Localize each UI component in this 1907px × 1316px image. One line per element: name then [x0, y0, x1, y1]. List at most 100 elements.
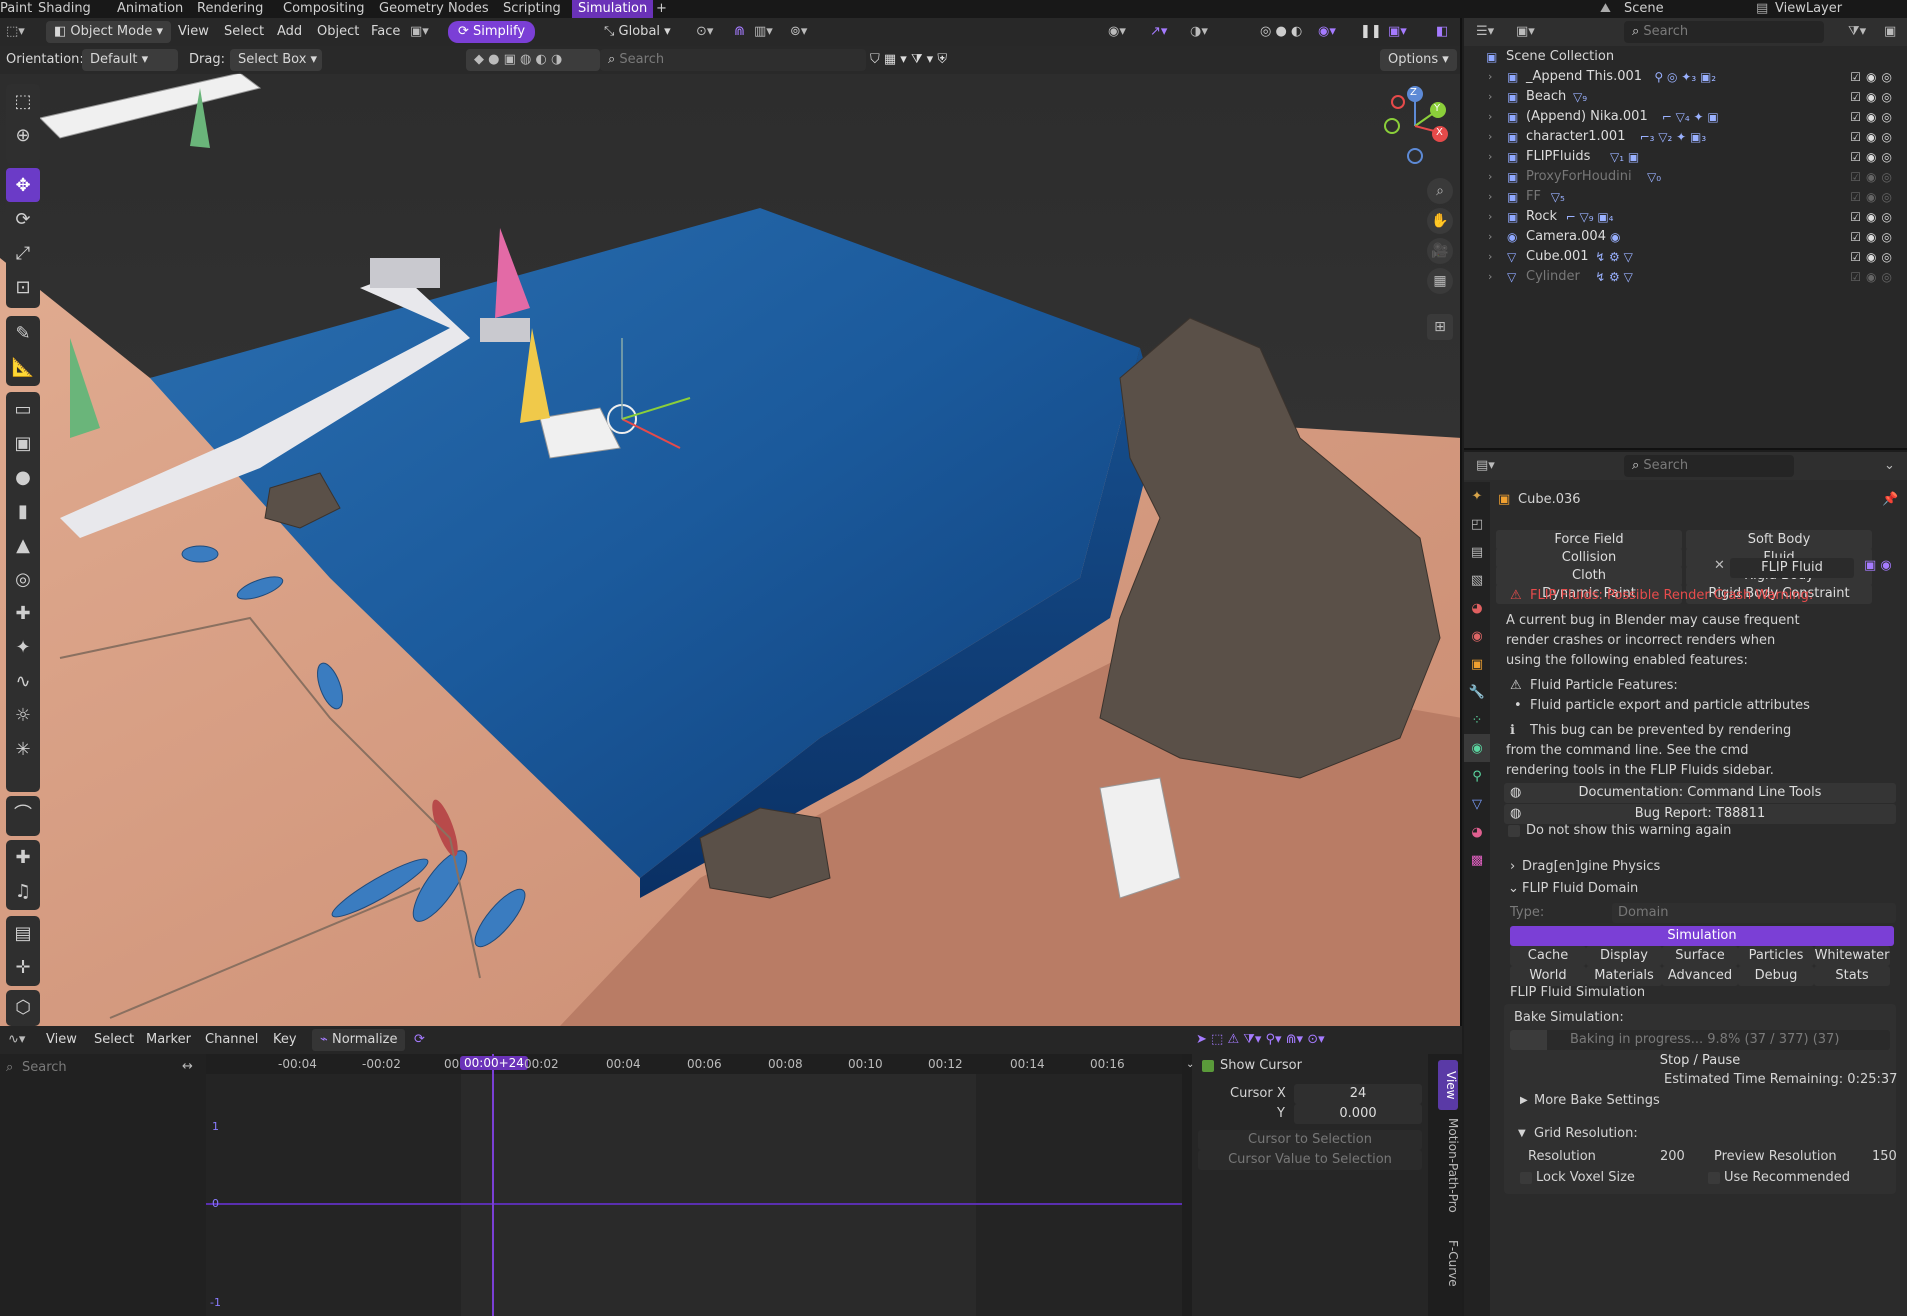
domain-subtab[interactable]: Advanced — [1662, 966, 1738, 986]
menu-object[interactable]: Object — [317, 21, 359, 43]
show-cursor-checkbox[interactable] — [1202, 1060, 1214, 1072]
object-type-filters[interactable]: ◆ ● ▣ ◍ ◐ ◑ — [466, 49, 600, 71]
outliner-row[interactable]: › ◉ Camera.004 ◉ ☑◉◎ — [1464, 227, 1907, 247]
graph-menu-select[interactable]: Select — [94, 1029, 134, 1051]
graph-tools-icon[interactable]: ➤ ⬚ ⚠ ⧩▾ ⚲▾ ⋒▾ ⊙▾ — [1196, 1029, 1325, 1051]
more-bake-settings[interactable]: More Bake Settings — [1534, 1093, 1660, 1108]
chevron-down-icon[interactable]: ⌄ — [1186, 1059, 1194, 1070]
visibility-toggles-icon[interactable]: ☑◉◎ — [1850, 147, 1897, 167]
panel-flip-domain[interactable]: FLIP Fluid Domain — [1522, 881, 1638, 896]
chevron-down-icon[interactable]: ⌄ — [1884, 455, 1895, 477]
add-armature-icon[interactable]: ✦ — [6, 630, 40, 664]
outliner-row[interactable]: › ▣ _Append This.001 ⚲ ◎ ✦₃ ▣₂ ☑◉◎ — [1464, 67, 1907, 87]
cursor-x-field[interactable]: 24 — [1294, 1084, 1422, 1104]
expand-icon[interactable]: › — [1488, 267, 1492, 287]
transform-orientation[interactable]: ⤡ Global ▾ — [604, 21, 671, 43]
select-box-icon[interactable]: ⬚ — [6, 84, 40, 118]
transform-icon[interactable]: ⊡ — [6, 270, 40, 304]
normalize-toggle[interactable]: ⌁ Normalize — [312, 1029, 406, 1051]
flip-fluid-button[interactable]: FLIP Fluid — [1730, 558, 1854, 578]
outliner-row[interactable]: › ▣ character1.001 ⌐₃ ▽₂ ✦ ▣₃ ☑◉◎ — [1464, 127, 1907, 147]
dont-show-checkbox[interactable] — [1508, 825, 1520, 837]
tab-scripting[interactable]: Scripting — [503, 0, 561, 18]
ortho-grid-icon[interactable]: ▦ — [1427, 268, 1453, 294]
pause-icon[interactable]: ❚❚ — [1360, 21, 1382, 43]
orientation-dropdown[interactable]: Default ▾ — [82, 49, 178, 71]
domain-subtab[interactable]: Stats — [1814, 966, 1890, 986]
side-tab-motion-path[interactable]: Motion-Path-Pro — [1440, 1118, 1460, 1234]
domain-subtab[interactable]: Display — [1586, 946, 1662, 966]
add-volume-icon[interactable]: ⬡ — [6, 990, 40, 1024]
graph-area[interactable]: 00:00+24 -00:04 -00:02 00 00:02 00:04 00… — [206, 1054, 1182, 1316]
filter-icons[interactable]: ⛉ ▦ ▾ ⧩ ▾ ⛨ — [870, 49, 947, 71]
menu-view[interactable]: View — [178, 21, 209, 43]
gizmo-icon[interactable]: ↗▾ — [1150, 21, 1167, 43]
viewport-search[interactable]: ⌕ Search — [600, 49, 866, 71]
visibility-toggles-icon[interactable]: ☑◉◎ — [1850, 207, 1897, 227]
cursor-icon[interactable]: ⊕ — [6, 118, 40, 152]
particles-tab-icon[interactable]: ⁘ — [1464, 706, 1490, 734]
world-tab-icon[interactable]: ◉ — [1464, 622, 1490, 650]
select-mode-icon[interactable]: ▣▾ — [410, 21, 429, 43]
output-tab-icon[interactable]: ▤ — [1464, 538, 1490, 566]
tab-geometry-nodes[interactable]: Geometry Nodes — [379, 0, 489, 18]
resize-icon[interactable]: ↔ — [182, 1059, 193, 1074]
editor-type-icon[interactable]: ⬚▾ — [6, 21, 25, 43]
type-dropdown[interactable]: Domain — [1612, 903, 1896, 923]
rainbow-icon[interactable]: ⌒ — [6, 796, 40, 830]
expand-icon[interactable]: › — [1488, 87, 1492, 107]
shading-modes[interactable]: ◎ ● ◐ — [1260, 21, 1302, 43]
tab-simulation[interactable]: Simulation — [572, 0, 654, 18]
add-force-icon[interactable]: ✛ — [6, 950, 40, 984]
mode-selector[interactable]: ◧ Object Mode ▾ — [46, 21, 171, 43]
visibility-toggles-icon[interactable]: ☑◉◎ — [1850, 67, 1897, 87]
visibility-toggles-icon[interactable]: ☑◉◎ — [1850, 107, 1897, 127]
documentation-button[interactable]: ◍ Documentation: Command Line Tools — [1504, 783, 1896, 803]
cursor-y-field[interactable]: 0.000 — [1294, 1104, 1422, 1124]
add-text-icon[interactable]: ✚ — [6, 840, 40, 874]
domain-subtab[interactable]: Materials — [1586, 966, 1662, 986]
channel-search[interactable]: Search — [22, 1060, 67, 1075]
playhead-label[interactable]: 00:00+24 — [460, 1056, 528, 1070]
outliner-row[interactable]: › ▣ Rock ⌐ ▽₉ ▣₄ ☑◉◎ — [1464, 207, 1907, 227]
expand-icon[interactable]: › — [1488, 127, 1492, 147]
measure-icon[interactable]: 📐 — [6, 350, 40, 384]
rotate-icon[interactable]: ⟳ — [6, 202, 40, 236]
expand-icon[interactable]: › — [1488, 247, 1492, 267]
domain-subtab[interactable]: Whitewater — [1814, 946, 1890, 966]
material-tab-icon[interactable]: ◕ — [1464, 818, 1490, 846]
stop-pause-button[interactable]: Stop / Pause — [1510, 1051, 1890, 1071]
domain-subtab[interactable]: World — [1510, 966, 1586, 986]
move-icon[interactable]: ✥ — [6, 168, 40, 202]
new-collection-icon[interactable]: ▣ — [1884, 21, 1896, 43]
tab-shading[interactable]: Shading — [38, 0, 91, 18]
rendered-shading-icon[interactable]: ◉▾ — [1318, 21, 1336, 43]
add-torus-icon[interactable]: ◎ — [6, 562, 40, 596]
lock-voxel-checkbox[interactable] — [1520, 1172, 1532, 1184]
snap-target-icon[interactable]: ▥▾ — [754, 21, 773, 43]
remove-icon[interactable]: ✕ — [1714, 558, 1725, 573]
add-cube-icon[interactable]: ▣ — [6, 426, 40, 460]
add-curve-icon[interactable]: ∿ — [6, 664, 40, 698]
add-image-icon[interactable]: ▤ — [6, 916, 40, 950]
constraints-tab-icon[interactable]: ⚲ — [1464, 762, 1490, 790]
outliner-editor-icon[interactable]: ☰▾ — [1476, 21, 1494, 43]
outliner-row[interactable]: › ▣ FLIPFluids ▽₁ ▣ ☑◉◎ — [1464, 147, 1907, 167]
camera-view-icon[interactable]: ▣▾ — [1388, 21, 1407, 43]
pin-icon[interactable]: 📌 — [1882, 492, 1898, 507]
outliner-row[interactable]: › ▣ FF ▽₅ ☑◉◎ — [1464, 187, 1907, 207]
physics-button[interactable]: Force Field — [1496, 530, 1682, 550]
use-recommended-checkbox[interactable] — [1708, 1172, 1720, 1184]
refresh-icon[interactable]: ⟳ — [414, 1029, 425, 1051]
add-cylinder-icon[interactable]: ▮ — [6, 494, 40, 528]
tab-animation[interactable]: Animation — [117, 0, 183, 18]
side-tab-view[interactable]: View — [1438, 1060, 1458, 1110]
add-empty-icon[interactable]: ✳ — [6, 732, 40, 766]
side-tab-fcurve[interactable]: F-Curve — [1440, 1240, 1460, 1300]
scale-icon[interactable]: ⤢ — [6, 236, 40, 270]
cursor-value-button[interactable]: Cursor Value to Selection — [1198, 1150, 1422, 1170]
outliner-row[interactable]: › ▣ Beach ▽₉ ☑◉◎ — [1464, 87, 1907, 107]
physics-button[interactable]: Cloth — [1496, 566, 1682, 586]
visibility-toggles-icon[interactable]: ☑◉◎ — [1850, 127, 1897, 147]
menu-face[interactable]: Face — [371, 21, 400, 43]
